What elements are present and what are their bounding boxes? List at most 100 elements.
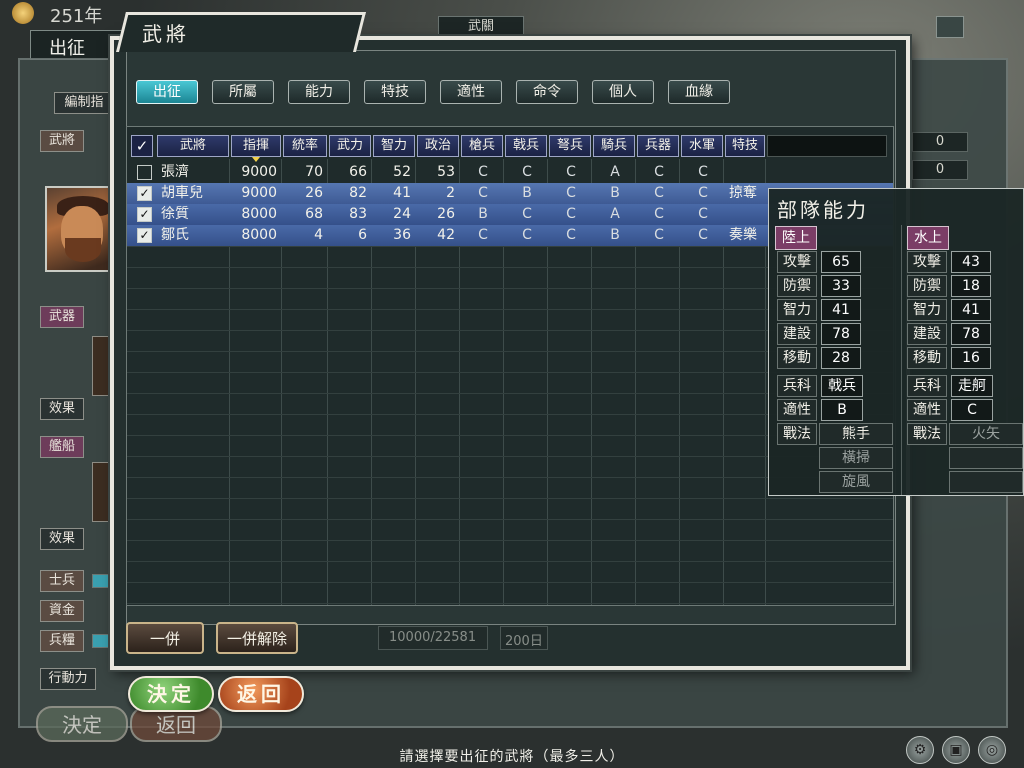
cell-name: 徐質 — [161, 206, 189, 222]
cell-lead: 68 — [305, 206, 323, 222]
cell-skill: 掠奪 — [729, 185, 757, 201]
cell-intel: 36 — [393, 227, 411, 243]
tab-aptitude[interactable]: 適性 — [440, 80, 502, 104]
column-header-spear[interactable]: 槍兵 — [461, 135, 503, 157]
column-header-war[interactable]: 武力 — [329, 135, 371, 157]
cell-navy: C — [698, 227, 708, 243]
cell-halberd: B — [522, 185, 532, 201]
column-header-name[interactable]: 武將 — [157, 135, 229, 157]
cell-intel: 41 — [393, 185, 411, 201]
cell-war: 6 — [358, 227, 367, 243]
land-stat-key: 攻擊 — [777, 251, 817, 273]
water-stat-key: 移動 — [907, 347, 947, 369]
confirm-button[interactable]: 決定 — [128, 676, 214, 712]
label-soldiers: 士兵 — [40, 570, 84, 592]
tab-bloodline[interactable]: 血緣 — [668, 80, 730, 104]
cell-cavalry: A — [610, 164, 620, 180]
column-header-cavalry[interactable]: 騎兵 — [593, 135, 635, 157]
cell-crossbow: C — [566, 227, 576, 243]
label-ship: 艦船 — [40, 436, 84, 458]
column-header-skill[interactable]: 特技 — [725, 135, 765, 157]
land-apt-value: B — [821, 399, 863, 421]
tab-command[interactable]: 命令 — [516, 80, 578, 104]
row-checkbox[interactable]: ✓ — [137, 228, 152, 243]
bg-value-2: 0 — [912, 160, 968, 180]
tab-bar: 出征 所屬 能力 特技 適性 命令 個人 血緣 — [136, 80, 730, 104]
cell-war: 82 — [349, 185, 367, 201]
row-checkbox[interactable] — [137, 165, 152, 180]
row-checkbox[interactable]: ✓ — [137, 207, 152, 222]
cell-war: 83 — [349, 206, 367, 222]
water-apt-value: C — [951, 399, 993, 421]
cell-halberd: C — [522, 164, 532, 180]
cell-lead: 26 — [305, 185, 323, 201]
tab-skill[interactable]: 特技 — [364, 80, 426, 104]
tab-expedition[interactable]: 出征 — [136, 80, 198, 104]
merge-button[interactable]: 一併 — [126, 622, 204, 654]
water-stat-value: 78 — [951, 323, 991, 345]
water-stat-key: 攻擊 — [907, 251, 947, 273]
column-header-halberd[interactable]: 戟兵 — [505, 135, 547, 157]
row-checkbox[interactable]: ✓ — [137, 186, 152, 201]
column-header-politics[interactable]: 政治 — [417, 135, 459, 157]
tab-ability[interactable]: 能力 — [288, 80, 350, 104]
cell-navy: C — [698, 164, 708, 180]
cell-siege: C — [654, 227, 664, 243]
back-button[interactable]: 返回 — [218, 676, 304, 712]
water-stat-key: 建設 — [907, 323, 947, 345]
globe-icon[interactable]: ◎ — [978, 736, 1006, 764]
land-tactic-3: 旋風 — [819, 471, 893, 493]
cell-intel: 24 — [393, 206, 411, 222]
cell-name: 鄒氏 — [161, 227, 189, 243]
land-stat-value: 33 — [821, 275, 861, 297]
land-section-label: 陸上 — [775, 226, 817, 250]
cell-command: 9000 — [241, 164, 277, 180]
label-food: 兵糧 — [40, 630, 84, 652]
land-stat-value: 28 — [821, 347, 861, 369]
tab-affiliation[interactable]: 所屬 — [212, 80, 274, 104]
faded-food-field: 10000/22581 — [378, 626, 488, 650]
column-header-command[interactable]: 指揮 — [231, 135, 281, 162]
label-action-power: 行動力 — [40, 668, 96, 690]
land-type-value: 戟兵 — [821, 375, 863, 397]
cell-politics: 42 — [437, 227, 455, 243]
cell-war: 66 — [349, 164, 367, 180]
unmerge-button[interactable]: 一併解除 — [216, 622, 298, 654]
column-header-crossbow[interactable]: 弩兵 — [549, 135, 591, 157]
table-row[interactable]: 張濟 9000 70 66 52 53 C C C A C C — [127, 162, 893, 183]
close-icon — [936, 16, 964, 38]
cell-command: 8000 — [241, 227, 277, 243]
ability-divider — [901, 225, 902, 495]
land-tactic-key: 戰法 — [777, 423, 817, 445]
land-stat-key: 移動 — [777, 347, 817, 369]
column-header-lead[interactable]: 統率 — [283, 135, 327, 157]
coin-icon — [12, 2, 34, 24]
land-type-key: 兵科 — [777, 375, 817, 397]
cell-lead: 4 — [314, 227, 323, 243]
cell-spear: C — [478, 164, 488, 180]
cell-cavalry: A — [610, 206, 620, 222]
settings-icon[interactable]: ⚙ — [906, 736, 934, 764]
cell-politics: 53 — [437, 164, 455, 180]
cell-halberd: C — [522, 206, 532, 222]
column-header-siege[interactable]: 兵器 — [637, 135, 679, 157]
water-tactic-3 — [949, 471, 1023, 493]
cell-cavalry: B — [610, 185, 620, 201]
faded-days-field: 200日 — [500, 626, 548, 650]
tab-personal[interactable]: 個人 — [592, 80, 654, 104]
column-header-navy[interactable]: 水軍 — [681, 135, 723, 157]
land-stat-value: 65 — [821, 251, 861, 273]
system-icons: ⚙ ▣ ◎ — [906, 736, 1006, 764]
label-gold: 資金 — [40, 600, 84, 622]
unit-ability-panel: 部隊能力 陸上 水上 攻擊 65 防禦 33 智力 41 建設 78 移動 28 攻擊 43 防禦 18… — [768, 188, 1024, 496]
cell-intel: 52 — [393, 164, 411, 180]
window-icon[interactable]: ▣ — [942, 736, 970, 764]
cell-crossbow: C — [566, 164, 576, 180]
cell-navy: C — [698, 185, 708, 201]
cell-crossbow: C — [566, 185, 576, 201]
food-bar — [92, 634, 112, 648]
ability-title: 部隊能力 — [777, 198, 869, 222]
cell-lead: 70 — [305, 164, 323, 180]
water-stat-key: 防禦 — [907, 275, 947, 297]
column-header-intel[interactable]: 智力 — [373, 135, 415, 157]
